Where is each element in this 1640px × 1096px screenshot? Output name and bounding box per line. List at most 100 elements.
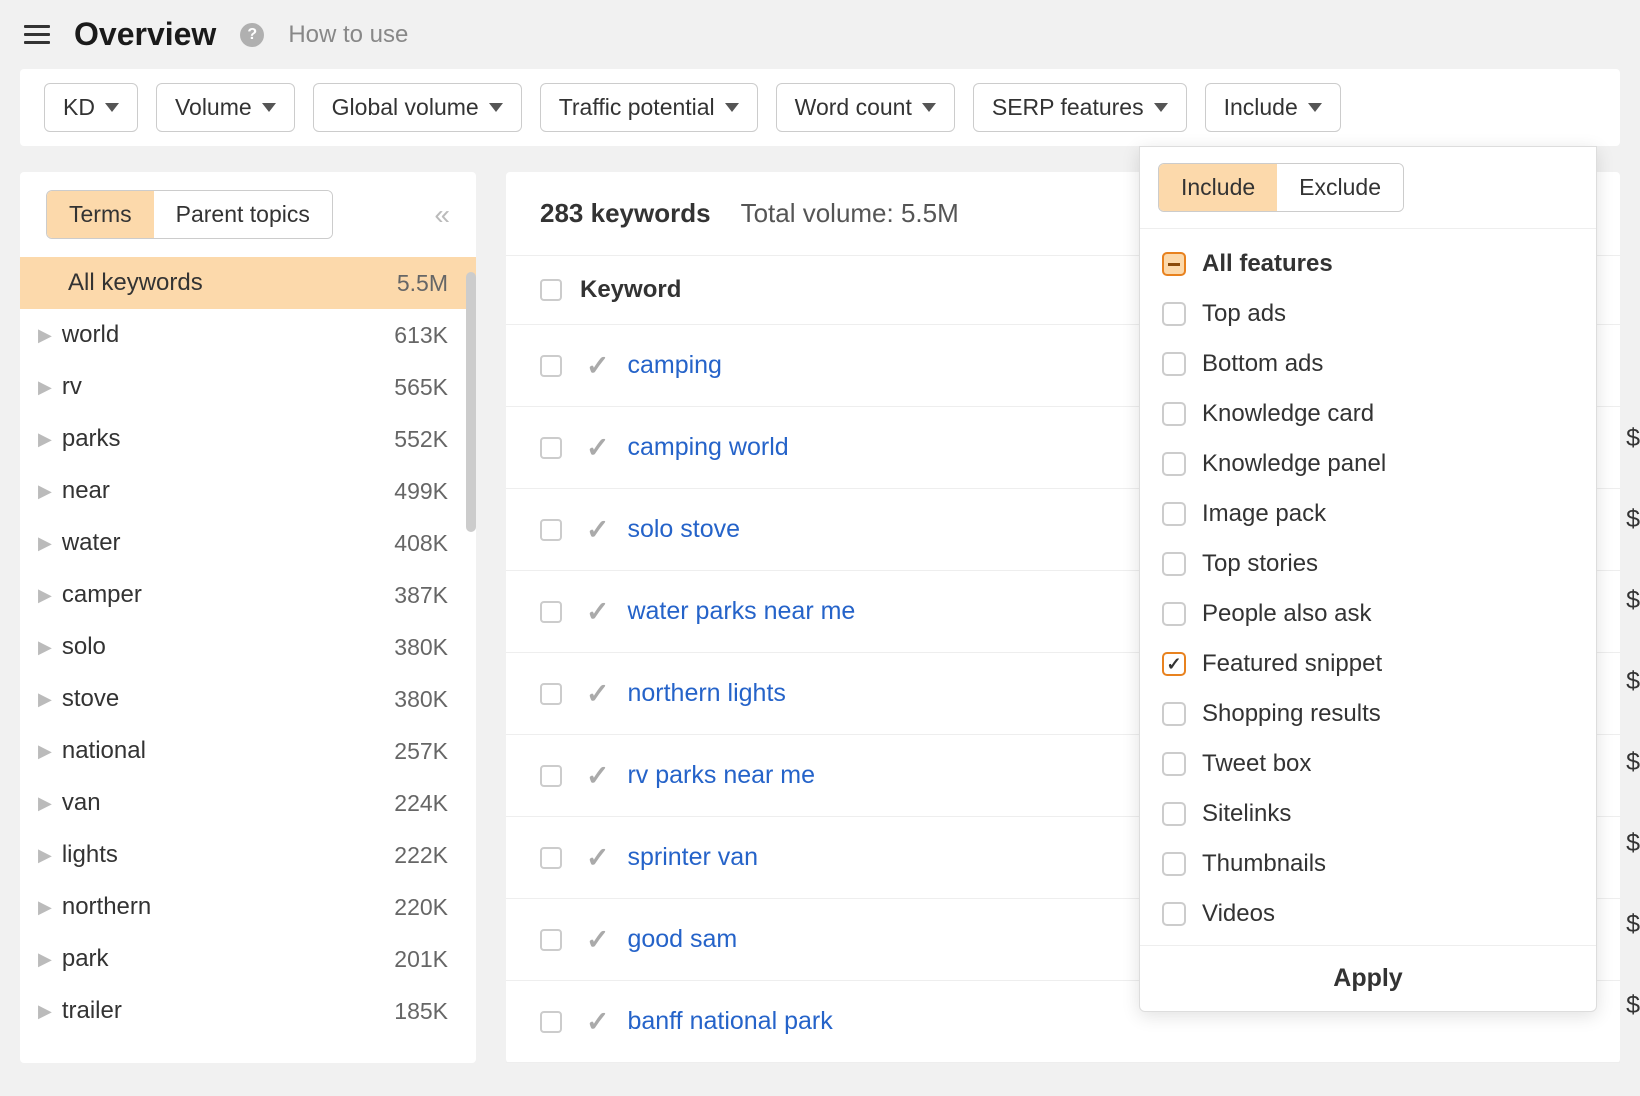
row-checkbox[interactable] [540,437,562,459]
row-checkbox[interactable] [540,355,562,377]
feature-row[interactable]: Image pack [1158,489,1578,539]
feature-label: Featured snippet [1202,650,1382,678]
feature-row[interactable]: Thumbnails [1158,839,1578,889]
feature-row[interactable]: People also ask [1158,589,1578,639]
check-icon: ✓ [586,841,609,874]
sidebar-item[interactable]: ▶world613K [20,309,476,361]
keyword-link[interactable]: camping [627,351,722,380]
tab-terms[interactable]: Terms [47,191,154,238]
keyword-link[interactable]: good sam [627,925,737,954]
row-checkbox[interactable] [540,929,562,951]
feature-checkbox[interactable] [1162,552,1186,576]
dollar-sign: $ [1626,884,1640,965]
tab-parent-topics[interactable]: Parent topics [154,191,332,238]
row-checkbox[interactable] [540,1011,562,1033]
row-checkbox[interactable] [540,519,562,541]
keyword-link[interactable]: sprinter van [627,843,758,872]
sidebar-item[interactable]: ▶van224K [20,777,476,829]
sidebar-item-label: near [62,477,394,505]
scrollbar[interactable] [466,272,476,532]
collapse-icon[interactable]: « [434,199,450,231]
tab-group: Terms Parent topics [46,190,333,239]
feature-checkbox[interactable] [1162,802,1186,826]
keyword-link[interactable]: banff national park [627,1007,832,1036]
feature-checkbox[interactable] [1162,302,1186,326]
keyword-link[interactable]: rv parks near me [627,761,815,790]
feature-checkbox[interactable] [1162,852,1186,876]
sidebar-item[interactable]: ▶stove380K [20,673,476,725]
feature-checkbox[interactable] [1162,352,1186,376]
sidebar-item[interactable]: ▶water408K [20,517,476,569]
help-icon[interactable]: ? [240,23,264,47]
feature-checkbox[interactable] [1162,502,1186,526]
sidebar-item[interactable]: ▶ near499K [20,465,476,517]
filter-include[interactable]: Include [1205,83,1341,132]
feature-checkbox[interactable] [1162,652,1186,676]
feature-row[interactable]: Shopping results [1158,689,1578,739]
menu-icon[interactable] [24,25,50,44]
feature-row[interactable]: Bottom ads [1158,339,1578,389]
feature-checkbox[interactable] [1162,902,1186,926]
filter-label: Global volume [332,94,479,121]
feature-checkbox[interactable] [1162,702,1186,726]
sidebar: Terms Parent topics « All keywords 5.5M … [20,172,476,1063]
keyword-link[interactable]: northern lights [627,679,785,708]
sidebar-item-label: lights [62,841,394,869]
sidebar-item[interactable]: ▶trailer185K [20,985,476,1037]
sidebar-item[interactable]: ▶solo380K [20,621,476,673]
sidebar-item-label: camper [62,581,394,609]
panel-tab-exclude[interactable]: Exclude [1277,164,1403,211]
feature-row[interactable]: Knowledge panel [1158,439,1578,489]
chevron-right-icon: ▶ [38,481,52,502]
chevron-right-icon: ▶ [38,585,52,606]
sidebar-item[interactable]: ▶rv565K [20,361,476,413]
row-checkbox[interactable] [540,765,562,787]
filter-volume[interactable]: Volume [156,83,295,132]
filter-serp-features[interactable]: SERP features [973,83,1187,132]
check-icon: ✓ [586,513,609,546]
feature-checkbox[interactable] [1162,752,1186,776]
panel-tab-include[interactable]: Include [1159,164,1277,211]
feature-row[interactable]: Top ads [1158,289,1578,339]
keyword-link[interactable]: water parks near me [627,597,855,626]
select-all-checkbox[interactable] [540,279,562,301]
keyword-link[interactable]: solo stove [627,515,740,544]
row-checkbox[interactable] [540,683,562,705]
column-keyword[interactable]: Keyword [580,276,681,304]
filter-word-count[interactable]: Word count [776,83,955,132]
sidebar-list: All keywords 5.5M ▶world613K▶rv565K▶park… [20,257,476,1037]
sidebar-item[interactable]: ▶parks552K [20,413,476,465]
sidebar-item[interactable]: ▶northern220K [20,881,476,933]
keyword-link[interactable]: camping world [627,433,788,462]
filter-kd[interactable]: KD [44,83,138,132]
help-link[interactable]: How to use [288,21,408,49]
apply-button[interactable]: Apply [1140,945,1596,1011]
feature-row[interactable]: Knowledge card [1158,389,1578,439]
sidebar-item[interactable]: ▶camper387K [20,569,476,621]
feature-row[interactable]: Featured snippet [1158,639,1578,689]
sidebar-item-all-keywords[interactable]: All keywords 5.5M [20,257,476,309]
sidebar-item[interactable]: ▶park201K [20,933,476,985]
feature-label: Top stories [1202,550,1318,578]
feature-label: Knowledge card [1202,400,1374,428]
feature-row[interactable]: Top stories [1158,539,1578,589]
feature-checkbox[interactable] [1162,402,1186,426]
dollar-sign: $ [1626,641,1640,722]
filter-global-volume[interactable]: Global volume [313,83,522,132]
sidebar-item-count: 499K [394,478,448,505]
filter-label: Traffic potential [559,94,715,121]
feature-checkbox[interactable] [1162,452,1186,476]
feature-row[interactable]: Videos [1158,889,1578,939]
feature-checkbox[interactable] [1162,602,1186,626]
feature-row[interactable]: Tweet box [1158,739,1578,789]
checkbox-indeterminate[interactable] [1162,252,1186,276]
sidebar-item-label: world [62,321,394,349]
check-icon: ✓ [586,1005,609,1038]
sidebar-item[interactable]: ▶national257K [20,725,476,777]
filter-traffic-potential[interactable]: Traffic potential [540,83,758,132]
feature-all[interactable]: All features [1158,239,1578,289]
sidebar-item[interactable]: ▶lights222K [20,829,476,881]
row-checkbox[interactable] [540,847,562,869]
row-checkbox[interactable] [540,601,562,623]
feature-row[interactable]: Sitelinks [1158,789,1578,839]
